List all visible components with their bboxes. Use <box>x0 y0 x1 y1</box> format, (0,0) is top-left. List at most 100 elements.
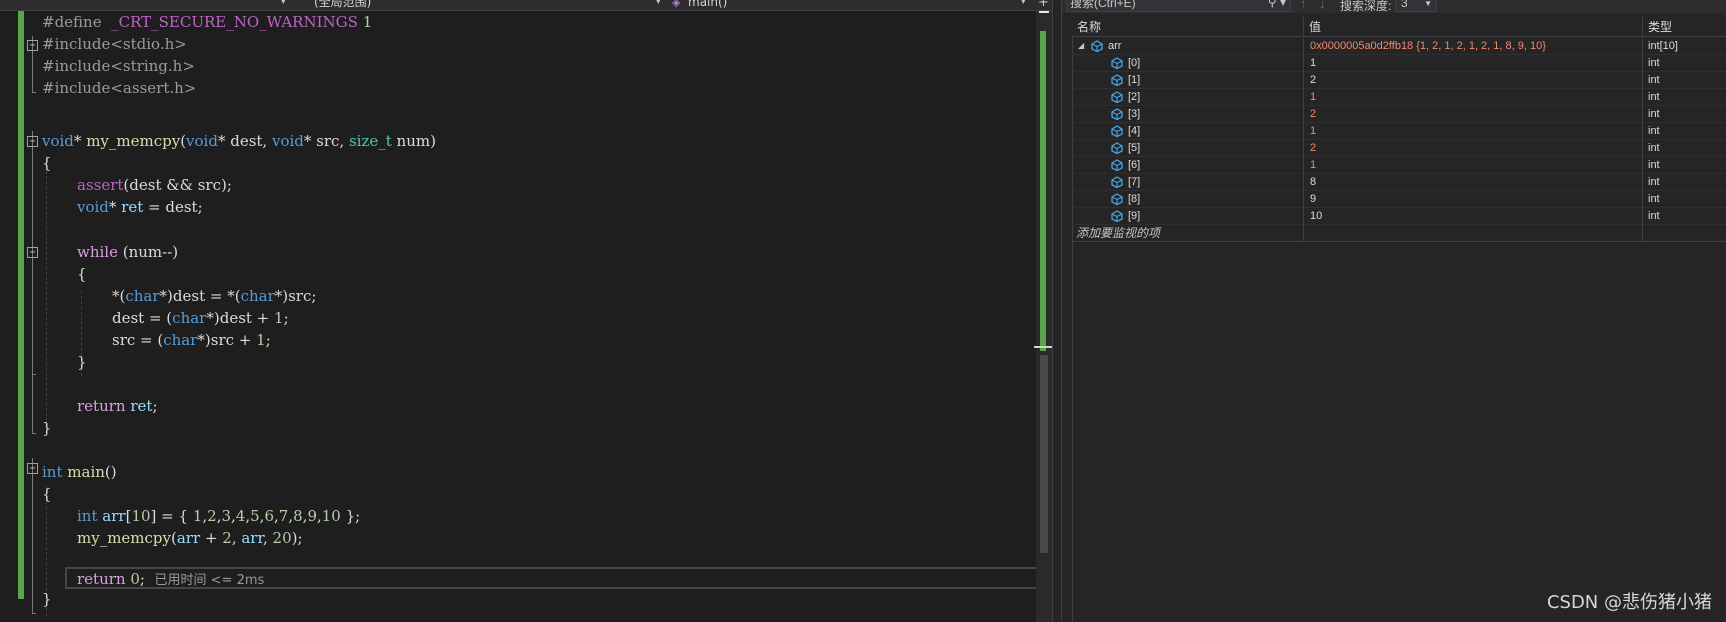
column-divider <box>1642 89 1643 106</box>
variable-cube-icon <box>1110 142 1124 155</box>
code-line: { <box>42 485 52 503</box>
watch-type: int <box>1648 74 1660 86</box>
fold-guide <box>32 458 33 613</box>
watch-row[interactable]: ◢ arr 0x0000005a0d2ffb18 {1, 2, 1, 2, 1, 2… <box>1072 38 1726 55</box>
watch-value[interactable]: 1 <box>1310 89 1316 105</box>
add-watch-label: 添加要监视的项 <box>1076 226 1161 240</box>
search-previous-icon[interactable]: ↑ <box>1300 0 1307 11</box>
column-header-value[interactable]: 值 <box>1304 17 1642 37</box>
column-divider <box>1303 140 1304 157</box>
code-line: my_memcpy(arr + 2, arr, 20); <box>77 529 303 547</box>
column-header-name[interactable]: 名称 <box>1072 17 1303 37</box>
code-area[interactable]: − − − − #define _CRT_SECURE_NO_WARNINGS … <box>24 11 1060 622</box>
column-divider <box>1642 140 1643 157</box>
variable-cube-icon <box>1110 108 1124 121</box>
watch-value[interactable]: 9 <box>1310 191 1316 207</box>
scroll-thumb[interactable] <box>1040 355 1048 553</box>
watch-value[interactable]: 0x0000005a0d2ffb18 {1, 2, 1, 2, 1, 2, 1,… <box>1310 38 1546 54</box>
collapse-icon[interactable]: − <box>27 463 38 474</box>
watch-window: 搜索(Ctrl+E) ⚲ ▾ ↑ ↓ 搜索深度: 3 ▼ 名称 值 类型 ◢ ar… <box>1062 0 1726 622</box>
vertical-scrollbar[interactable] <box>1034 11 1054 622</box>
code-editor[interactable]: ▾ (全局范围) ▾ ◈ main() ▾ + − − − − #define … <box>0 0 1060 622</box>
variable-cube-icon <box>1110 57 1124 70</box>
code-line: dest = (char*)dest + 1; <box>112 309 289 327</box>
code-line: } <box>42 590 52 608</box>
search-depth-value: 3 <box>1401 0 1408 10</box>
expand-triangle-icon[interactable]: ◢ <box>1078 38 1084 54</box>
column-divider <box>1303 55 1304 72</box>
split-window-icon[interactable]: + <box>1038 0 1049 10</box>
scope-dropdown[interactable]: (全局范围) ▾ <box>300 0 666 10</box>
code-line: void* ret = dest; <box>77 198 203 216</box>
project-dropdown[interactable]: ▾ <box>0 0 290 10</box>
column-divider <box>1642 208 1643 225</box>
chevron-down-icon: ▾ <box>656 0 661 7</box>
watch-value[interactable]: 1 <box>1310 123 1316 139</box>
code-line-current: return 0; 已用时间 <= 2ms <box>77 570 265 588</box>
function-icon: ◈ <box>672 0 681 9</box>
watch-value[interactable]: 2 <box>1310 72 1316 88</box>
watch-type: int <box>1648 176 1660 188</box>
column-divider <box>1642 225 1643 242</box>
variable-cube-icon <box>1110 176 1124 189</box>
watch-row[interactable]: [3] 2 int <box>1072 106 1726 123</box>
watch-value[interactable]: 10 <box>1310 208 1322 224</box>
watch-row[interactable]: [2] 1 int <box>1072 89 1726 106</box>
watch-row[interactable]: [8] 9 int <box>1072 191 1726 208</box>
watch-column-header: 名称 值 类型 <box>1072 17 1726 37</box>
collapse-icon[interactable]: − <box>27 136 38 147</box>
watch-row[interactable]: [0] 1 int <box>1072 55 1726 72</box>
watch-name: [6] <box>1128 159 1141 171</box>
search-placeholder: 搜索(Ctrl+E) <box>1070 0 1136 10</box>
code-line: int arr[10] = { 1,2,3,4,5,6,7,8,9,10 }; <box>77 507 361 525</box>
code-line: #define _CRT_SECURE_NO_WARNINGS 1 <box>42 13 373 31</box>
watch-value[interactable]: 1 <box>1310 55 1316 71</box>
column-divider <box>1642 191 1643 208</box>
watch-type: int <box>1648 91 1660 103</box>
collapse-icon[interactable]: − <box>27 40 38 51</box>
search-next-icon[interactable]: ↓ <box>1319 0 1326 11</box>
watch-row[interactable]: [9] 10 int <box>1072 208 1726 225</box>
function-dropdown[interactable]: ◈ main() ▾ <box>672 0 1032 10</box>
watch-value[interactable]: 8 <box>1310 174 1316 190</box>
column-divider <box>1642 157 1643 174</box>
panel-splitter[interactable] <box>1052 0 1062 622</box>
watch-row[interactable]: [1] 2 int <box>1072 72 1726 89</box>
search-icon[interactable]: ⚲ ▾ <box>1268 0 1286 10</box>
column-divider <box>1642 55 1643 72</box>
watch-name: [5] <box>1128 142 1141 154</box>
watch-row[interactable]: [7] 8 int <box>1072 174 1726 191</box>
watch-name: [0] <box>1128 57 1141 69</box>
watch-value[interactable]: 1 <box>1310 157 1316 173</box>
fold-guide-end <box>32 374 36 375</box>
watch-name: [3] <box>1128 108 1141 120</box>
column-divider <box>1642 174 1643 191</box>
variable-cube-icon <box>1110 159 1124 172</box>
search-depth-dropdown[interactable]: 3 ▼ <box>1395 0 1437 12</box>
scroll-marker <box>1039 11 1049 13</box>
column-header-type[interactable]: 类型 <box>1643 17 1726 37</box>
watch-value[interactable]: 2 <box>1310 140 1316 156</box>
column-divider <box>1303 72 1304 89</box>
column-divider <box>1303 208 1304 225</box>
fold-guide <box>32 268 33 374</box>
search-input[interactable]: 搜索(Ctrl+E) ⚲ ▾ <box>1066 0 1291 12</box>
watch-row[interactable]: [4] 1 int <box>1072 123 1726 140</box>
watch-row[interactable]: [5] 2 int <box>1072 140 1726 157</box>
variable-cube-icon <box>1110 193 1124 206</box>
variable-cube-icon <box>1090 40 1104 53</box>
code-line: return ret; <box>77 397 158 415</box>
watch-toolbar: 搜索(Ctrl+E) ⚲ ▾ ↑ ↓ 搜索深度: 3 ▼ <box>1062 0 1726 13</box>
code-line: int main() <box>42 463 117 481</box>
watch-value[interactable]: 2 <box>1310 106 1316 122</box>
column-divider <box>1642 72 1643 89</box>
add-watch-item[interactable]: 添加要监视的项 <box>1072 225 1726 242</box>
watch-type: int <box>1648 142 1660 154</box>
chevron-down-icon: ▾ <box>281 0 286 7</box>
watch-row[interactable]: [6] 1 int <box>1072 157 1726 174</box>
column-divider <box>1642 38 1643 55</box>
collapse-icon[interactable]: − <box>27 247 38 258</box>
variable-cube-icon <box>1110 125 1124 138</box>
column-divider <box>1303 38 1304 55</box>
variable-cube-icon <box>1110 91 1124 104</box>
